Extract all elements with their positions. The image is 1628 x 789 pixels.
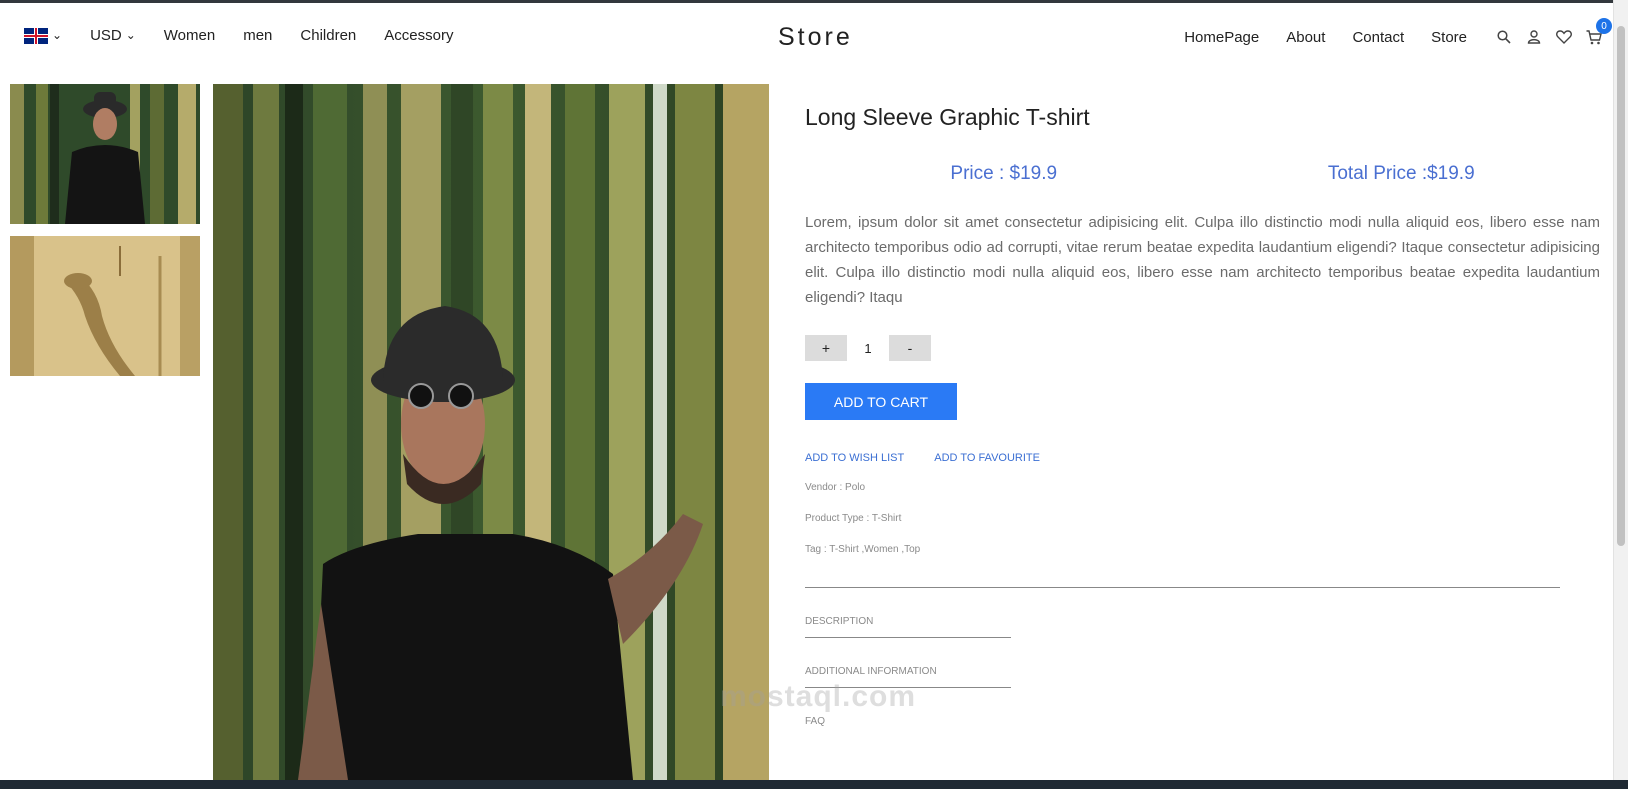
nav-link-men[interactable]: men bbox=[243, 27, 272, 44]
uk-flag-icon[interactable] bbox=[24, 27, 48, 44]
product-thumbnail-1[interactable] bbox=[10, 84, 200, 224]
total-price: Total Price :$19.9 bbox=[1327, 163, 1475, 184]
quantity-minus-button[interactable]: - bbox=[889, 335, 931, 361]
page-scrollbar[interactable] bbox=[1613, 0, 1628, 780]
quantity-stepper: + 1 - bbox=[805, 335, 1600, 361]
cart-icon[interactable]: 0 bbox=[1584, 18, 1612, 47]
product-title: Long Sleeve Graphic T-shirt bbox=[805, 104, 1090, 130]
tags-text: Tag : T-Shirt ,Women ,Top bbox=[805, 544, 921, 555]
product-info-panel: Long Sleeve Graphic T-shirt Price : $19.… bbox=[805, 104, 1600, 737]
nav-link-store[interactable]: Store bbox=[1431, 29, 1467, 46]
site-header: ⌄ USD ⌄ Women men Children Accessory Sto… bbox=[0, 3, 1614, 69]
nav-link-children[interactable]: Children bbox=[300, 27, 356, 44]
nav-link-about[interactable]: About bbox=[1286, 29, 1325, 46]
add-to-wishlist-link[interactable]: ADD TO WISH LIST bbox=[805, 452, 904, 464]
nav-link-women[interactable]: Women bbox=[164, 27, 215, 44]
quantity-value: 1 bbox=[864, 340, 872, 356]
price-row: Price : $19.9 Total Price :$19.9 bbox=[805, 163, 1600, 185]
watermark-text: mostaql.com bbox=[720, 680, 917, 713]
nav-link-contact[interactable]: Contact bbox=[1352, 29, 1404, 46]
brand-logo[interactable]: Store bbox=[778, 23, 853, 52]
os-taskbar bbox=[0, 780, 1628, 789]
cart-count-badge: 0 bbox=[1596, 18, 1612, 34]
tab-description[interactable]: DESCRIPTION bbox=[805, 588, 1011, 638]
product-description: Lorem, ipsum dolor sit amet consectetur … bbox=[805, 214, 1600, 306]
header-right-nav: HomePage About Contact Store 0 bbox=[1184, 18, 1614, 47]
product-main-image[interactable] bbox=[213, 84, 769, 780]
nav-link-accessory[interactable]: Accessory bbox=[384, 27, 453, 44]
search-icon[interactable] bbox=[1494, 27, 1514, 47]
unit-price: Price : $19.9 bbox=[950, 163, 1058, 184]
product-type-text: Product Type : T-Shirt bbox=[805, 513, 902, 524]
add-to-cart-button[interactable]: ADD TO CART bbox=[805, 383, 957, 420]
chevron-down-icon: ⌄ bbox=[125, 27, 136, 42]
product-thumbnail-2[interactable] bbox=[10, 236, 200, 376]
vendor-text: Vendor : Polo bbox=[805, 482, 866, 493]
quantity-plus-button[interactable]: + bbox=[805, 335, 847, 361]
product-meta: Vendor : Polo Product Type : T-Shirt Tag… bbox=[805, 482, 1600, 555]
nav-link-homepage[interactable]: HomePage bbox=[1184, 29, 1259, 46]
chevron-down-icon[interactable]: ⌄ bbox=[52, 28, 62, 42]
secondary-actions: ADD TO WISH LIST ADD TO FAVOURITE bbox=[805, 452, 1600, 464]
currency-selector[interactable]: USD ⌄ bbox=[90, 27, 136, 44]
heart-icon[interactable] bbox=[1554, 27, 1574, 47]
user-icon[interactable] bbox=[1524, 27, 1544, 47]
add-to-favourite-link[interactable]: ADD TO FAVOURITE bbox=[934, 452, 1040, 464]
scrollbar-thumb[interactable] bbox=[1617, 26, 1625, 546]
currency-label: USD bbox=[90, 27, 122, 44]
header-left-nav: ⌄ USD ⌄ Women men Children Accessory bbox=[24, 27, 453, 44]
